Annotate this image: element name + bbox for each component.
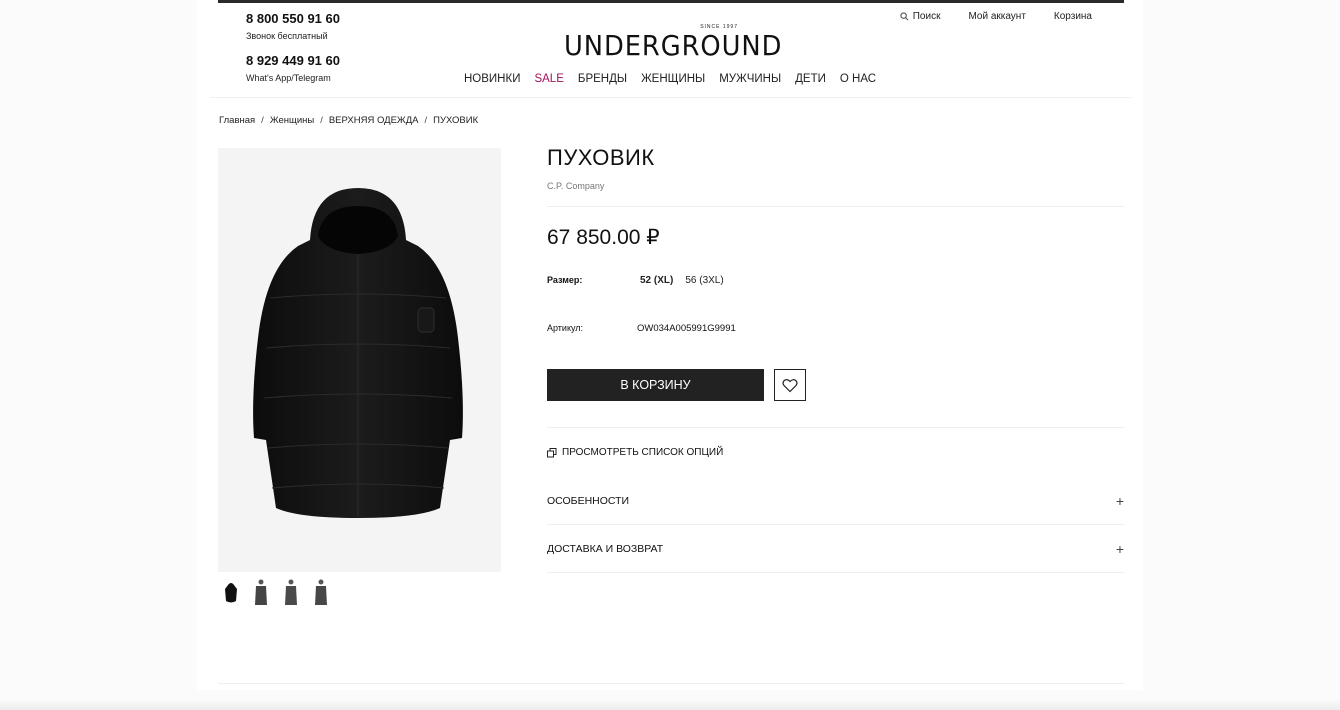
nav-women[interactable]: ЖЕНЩИНЫ: [641, 73, 705, 85]
accordion-features-label: ОСОБЕННОСТИ: [547, 495, 630, 507]
size-option-selected[interactable]: 52 (XL): [637, 274, 676, 287]
nav-brands[interactable]: БРЕНДЫ: [578, 73, 627, 85]
breadcrumb-separator: /: [261, 115, 264, 126]
options-list-label: ПРОСМОТРЕТЬ СПИСОК ОПЦИЙ: [562, 447, 724, 458]
breadcrumb-outerwear[interactable]: ВЕРХНЯЯ ОДЕЖДА: [329, 115, 419, 126]
sku-value: OW034A005991G9991: [637, 323, 736, 334]
top-links: Поиск Мой аккаунт Корзина: [900, 11, 1092, 22]
down-jacket-image: [253, 188, 463, 518]
product-brand[interactable]: C.P. Company: [547, 181, 604, 191]
thumbnail-strip: [220, 578, 332, 608]
thumbnail-jacket-image: [225, 583, 237, 603]
heart-icon: [782, 378, 798, 392]
breadcrumb-separator: /: [424, 115, 428, 126]
plus-icon: +: [1115, 493, 1124, 509]
divider: [547, 524, 1124, 525]
divider: [547, 206, 1124, 207]
size-label: Размер:: [547, 275, 583, 285]
thumbnail-3[interactable]: [280, 578, 302, 608]
size-option[interactable]: 56 (3XL): [682, 274, 726, 287]
nav-about[interactable]: О НАС: [840, 73, 876, 85]
options-list-link[interactable]: ПРОСМОТРЕТЬ СПИСОК ОПЦИЙ: [547, 447, 723, 458]
wishlist-button[interactable]: [774, 369, 806, 401]
size-selector: 52 (XL) 56 (3XL): [637, 274, 727, 287]
phone-whatsapp[interactable]: 8 929 449 91 60: [246, 53, 340, 68]
thumbnail-model-image: [255, 579, 267, 605]
add-to-cart-button[interactable]: В КОРЗИНУ: [547, 369, 764, 401]
breadcrumb-women[interactable]: Женщины: [270, 115, 314, 126]
phone-whatsapp-note: What's App/Telegram: [246, 73, 331, 83]
search-label: Поиск: [912, 11, 941, 22]
accordion-delivery[interactable]: ДОСТАВКА И ВОЗВРАТ +: [547, 539, 1124, 559]
copy-icon: [547, 447, 557, 457]
thumbnail-4[interactable]: [310, 578, 332, 608]
logo-text: UNDERGROUND: [564, 29, 783, 62]
breadcrumb-home[interactable]: Главная: [219, 115, 255, 126]
bottom-shadow: [0, 698, 1340, 710]
thumbnail-model-image: [285, 579, 297, 605]
thumbnail-2[interactable]: [250, 578, 272, 608]
breadcrumb: Главная / Женщины / ВЕРХНЯЯ ОДЕЖДА / ПУХ…: [219, 115, 478, 126]
phone-free[interactable]: 8 800 550 91 60: [246, 11, 340, 26]
accordion-delivery-label: ДОСТАВКА И ВОЗВРАТ: [547, 543, 664, 555]
accordion-features[interactable]: ОСОБЕННОСТИ +: [547, 491, 1124, 511]
thumbnail-1[interactable]: [220, 578, 242, 608]
nav-kids[interactable]: ДЕТИ: [795, 73, 826, 85]
thumbnail-model-image: [315, 579, 327, 605]
nav-men[interactable]: МУЖЧИНЫ: [719, 73, 781, 85]
product-title: ПУХОВИК: [547, 145, 655, 170]
footer-divider: [218, 683, 1124, 684]
plus-icon: +: [1115, 541, 1124, 557]
main-nav: НОВИНКИ SALE БРЕНДЫ ЖЕНЩИНЫ МУЖЧИНЫ ДЕТИ…: [464, 73, 876, 85]
sku-label: Артикул:: [547, 323, 584, 333]
divider: [547, 572, 1124, 573]
product-main-image[interactable]: [218, 148, 501, 572]
nav-sale[interactable]: SALE: [534, 73, 563, 85]
divider: [547, 427, 1124, 428]
product-price: 67 850.00 ₽: [547, 226, 660, 249]
breadcrumb-current: ПУХОВИК: [433, 115, 479, 126]
phone-free-note: Звонок бесплатный: [246, 31, 328, 41]
site-header: 8 800 550 91 60 Звонок бесплатный 8 929 …: [210, 3, 1132, 97]
account-link[interactable]: Мой аккаунт: [968, 11, 1025, 22]
search-icon: [900, 12, 909, 21]
search-link[interactable]: Поиск: [900, 11, 941, 22]
breadcrumb-separator: /: [320, 115, 323, 126]
cart-link[interactable]: Корзина: [1054, 11, 1092, 22]
nav-new[interactable]: НОВИНКИ: [464, 73, 520, 85]
